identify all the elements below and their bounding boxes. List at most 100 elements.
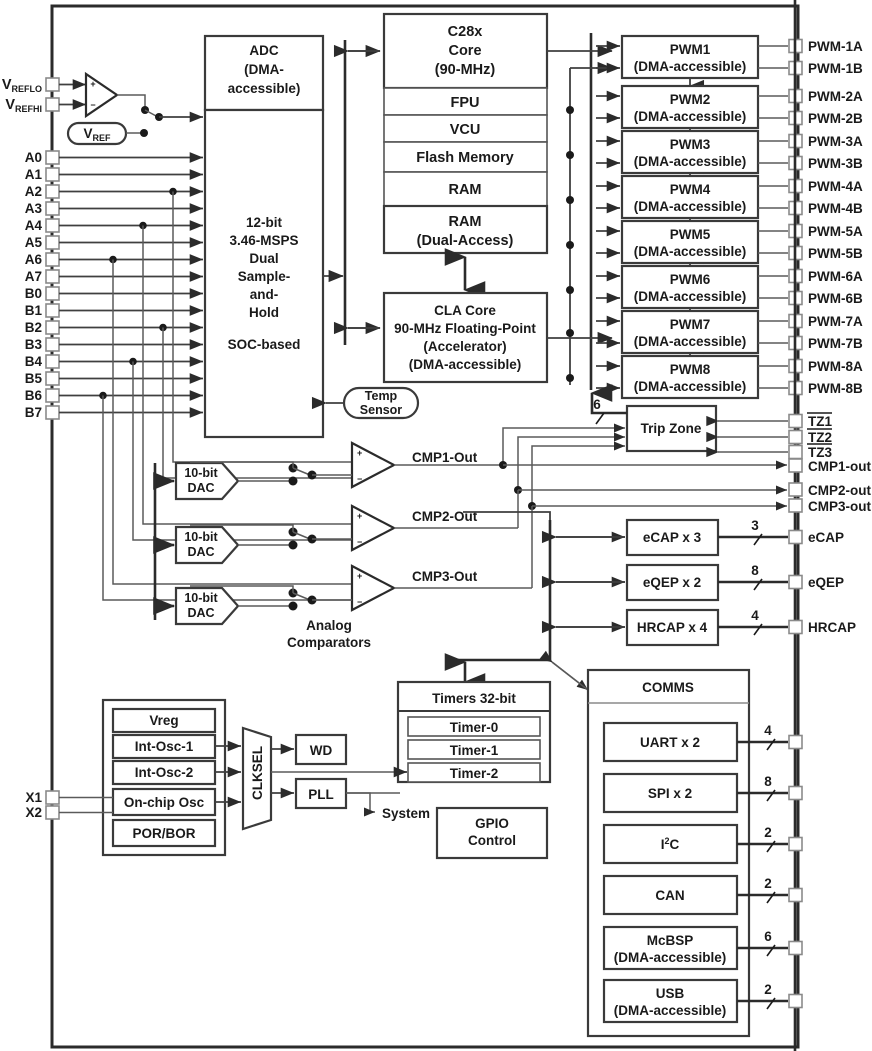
pin-label-HRCAP: HRCAP	[808, 620, 856, 635]
analog-pin-A3[interactable]	[45, 201, 60, 216]
pin-X1[interactable]	[45, 790, 60, 805]
comparator-2[interactable]: + − CMP2-Out	[350, 486, 522, 552]
pin-label-PWM-5B: PWM-5B	[808, 246, 863, 261]
int-osc-1-label: Int-Osc-1	[135, 739, 194, 754]
vcu-block[interactable]: VCU	[383, 114, 548, 143]
pin-CMP2-out[interactable]	[788, 482, 803, 497]
pin-label-X2: X2	[25, 805, 42, 820]
ecap-label: eCAP x 3	[643, 530, 702, 545]
eqep-bus-width: 8	[751, 563, 759, 578]
analog-pin-B7[interactable]	[45, 405, 60, 420]
flash-memory-block[interactable]: Flash Memory	[383, 141, 548, 173]
analog-pin-B6[interactable]	[45, 388, 60, 403]
analog-pin-A6[interactable]	[45, 252, 60, 267]
analog-pin-B4[interactable]	[45, 354, 60, 369]
cmp3-minus-sign: −	[357, 597, 362, 607]
vreflo-pin[interactable]	[45, 77, 60, 92]
dac-1[interactable]: 10-bit DAC	[153, 461, 352, 501]
ram-dual-access-block[interactable]: RAM (Dual-Access)	[382, 204, 549, 255]
analog-pin-B3[interactable]	[45, 337, 60, 352]
pll-block[interactable]: PLL	[271, 777, 348, 810]
pwm8-output-pins: PWM-8A PWM-8B	[758, 358, 863, 396]
analog-pin-A2[interactable]	[45, 184, 60, 199]
pwm-block-4[interactable]: PWM4 (DMA-accessible)	[596, 174, 760, 233]
pin-spi[interactable]	[788, 785, 803, 801]
comparator-1[interactable]: + − CMP1-Out	[350, 441, 507, 489]
analog-pin-B5[interactable]	[45, 371, 60, 386]
pwm8-note: (DMA-accessible)	[634, 379, 747, 394]
cmp2-switch-low[interactable]	[288, 540, 298, 550]
dac3-line1: 10-bit	[184, 591, 218, 605]
pin-usb[interactable]	[788, 993, 803, 1009]
ram-dual-line1: RAM	[448, 214, 481, 230]
watchdog-block[interactable]: WD	[271, 733, 348, 766]
trip-zone-block[interactable]: Trip Zone	[625, 404, 718, 453]
cmp3-plus-sign: +	[357, 571, 362, 581]
pwm-block-2[interactable]: PWM2 (DMA-accessible)	[596, 84, 760, 143]
pin-HRCAP[interactable]	[788, 619, 803, 635]
pin-eQEP[interactable]	[788, 574, 803, 590]
ram-block[interactable]: RAM	[383, 171, 548, 207]
i2c-block[interactable]: I2C 2	[602, 823, 803, 865]
gpio-control-block[interactable]: GPIO Control	[435, 806, 549, 860]
pin-eCAP[interactable]	[788, 529, 803, 545]
pin-label-eCAP: eCAP	[808, 530, 844, 545]
pwm-block-3[interactable]: PWM3 (DMA-accessible)	[596, 129, 760, 188]
eqep-block[interactable]: eQEP x 2 8 eQEP	[541, 563, 844, 602]
cmp1-switch-low[interactable]	[288, 476, 298, 486]
analog-pin-A0[interactable]	[45, 150, 60, 165]
ecap-block[interactable]: eCAP x 3 3 eCAP	[541, 518, 844, 557]
dac1-line2: DAC	[187, 481, 214, 495]
vrefhi-pin[interactable]	[45, 97, 60, 112]
pwm-block-8[interactable]: PWM8 (DMA-accessible)	[596, 354, 760, 400]
mcbsp-block[interactable]: McBSP (DMA-accessible) 6	[602, 925, 803, 971]
hrcap-block[interactable]: HRCAP x 4 4 HRCAP	[541, 608, 856, 647]
pin-i2c[interactable]	[788, 836, 803, 852]
analog-pin-B1[interactable]	[45, 303, 60, 318]
adc-body-line1: 12-bit	[246, 215, 283, 230]
dac-2[interactable]: 10-bit DAC	[153, 524, 352, 565]
pwm-block-5[interactable]: PWM5 (DMA-accessible)	[596, 219, 760, 278]
pin-uart[interactable]	[788, 734, 803, 750]
pwm-block-6[interactable]: PWM6 (DMA-accessible)	[596, 264, 760, 323]
timers-block[interactable]: Timers 32-bit Timer-0 Timer-1 Timer-2	[396, 680, 552, 784]
pin-TZ2[interactable]	[788, 429, 803, 445]
cmp3-switch-low[interactable]	[288, 601, 298, 611]
adc-mode-label: SOC-based	[228, 337, 301, 352]
pin-CMP3-out[interactable]	[788, 498, 803, 513]
analog-pin-label-A5: A5	[25, 235, 43, 250]
can-block[interactable]: CAN 2	[602, 874, 803, 916]
adc-block[interactable]: ADC (DMA- accessible) 12-bit 3.46-MSPS D…	[203, 34, 325, 439]
pwm1-note: (DMA-accessible)	[634, 59, 747, 74]
cla-line2: 90-MHz Floating-Point	[394, 321, 536, 336]
analog-pin-A1[interactable]	[45, 167, 60, 182]
vreflo-label: VREFLO	[2, 77, 42, 94]
analog-pin-A5[interactable]	[45, 235, 60, 250]
pin-can[interactable]	[788, 887, 803, 903]
spi-block[interactable]: SPI x 2 8	[602, 772, 803, 814]
temp-sensor-line2: Sensor	[360, 403, 403, 417]
cla-core-block[interactable]: CLA Core 90-MHz Floating-Point (Accelera…	[382, 291, 549, 384]
pin-label-CMP3-out: CMP3-out	[808, 499, 871, 514]
pwm3-output-pins: PWM-3A PWM-3B	[758, 133, 863, 171]
analog-pin-A7[interactable]	[45, 269, 60, 284]
pin-X2[interactable]	[45, 805, 60, 820]
pin-CMP1-out[interactable]	[788, 458, 803, 473]
pwm3-name: PWM3	[670, 137, 711, 152]
analog-pin-B0[interactable]	[45, 286, 60, 301]
pwm1-output-pins: PWM-1A PWM-1B	[758, 38, 863, 76]
pin-mcbsp[interactable]	[788, 940, 803, 956]
fpu-block[interactable]: FPU	[383, 87, 548, 116]
pin-TZ3[interactable]	[788, 444, 803, 460]
cla-line3: (Accelerator)	[423, 339, 506, 354]
uart-block[interactable]: UART x 2 4	[602, 721, 803, 763]
pwm-block-1[interactable]: PWM1 (DMA-accessible)	[596, 34, 760, 93]
analog-pin-B2[interactable]	[45, 320, 60, 335]
usb-block[interactable]: USB (DMA-accessible) 2	[602, 978, 803, 1024]
pin-TZ1[interactable]	[788, 413, 803, 429]
pwm-block-7[interactable]: PWM7 (DMA-accessible)	[596, 309, 760, 368]
analog-pin-label-B3: B3	[25, 337, 43, 352]
c28x-core-block[interactable]: C28x Core (90-MHz)	[382, 12, 549, 90]
analog-pin-A4[interactable]	[45, 218, 60, 233]
spi-bus-width: 8	[764, 774, 772, 789]
